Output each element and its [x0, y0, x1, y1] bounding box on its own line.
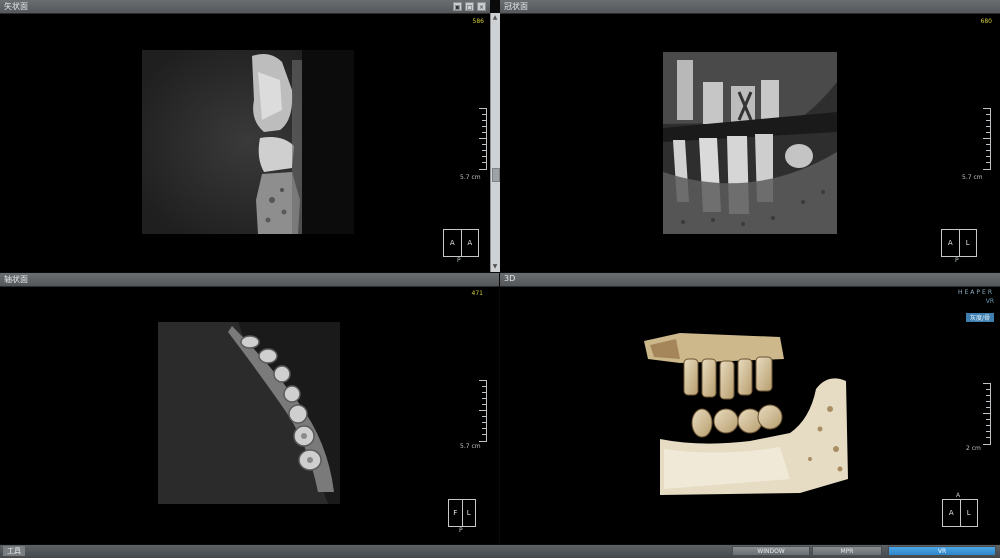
tools-button[interactable]: 工具	[3, 546, 25, 556]
sagittal-scan-image	[142, 50, 354, 234]
axial-scan-image	[158, 322, 340, 504]
orientation-left: A	[449, 239, 455, 247]
scroll-down-icon[interactable]: ▼	[492, 264, 498, 270]
viewport-title: 3D	[504, 274, 516, 283]
orientation-sub: P	[955, 257, 959, 264]
status-button-mpr[interactable]: MPR	[812, 546, 882, 556]
viewport-3d[interactable]: 3D HEAPER VR 灰度/骨 2 cm A A L	[500, 273, 1000, 544]
viewport-coronal[interactable]: 冠状面 680 5.7 cm A L P	[500, 0, 1000, 272]
orientation-left: A	[947, 239, 953, 247]
orientation-left: F	[453, 509, 458, 517]
slice-index: 586	[472, 18, 484, 25]
orientation-cube[interactable]: F L	[448, 499, 476, 527]
scale-ruler	[983, 108, 991, 170]
rendering-preset-button[interactable]: 灰度/骨	[965, 313, 994, 322]
orientation-sub: A	[956, 492, 961, 499]
scroll-up-icon[interactable]: ▲	[492, 15, 498, 21]
rendering-mode: VR	[985, 298, 994, 305]
orientation-sub: P	[457, 257, 461, 264]
scale-label: 5.7 cm	[962, 174, 983, 181]
viewport-sagittal[interactable]: 矢状面 ▣ □ × 586 5.7 cm A A P	[0, 0, 490, 272]
orientation-right: L	[461, 500, 476, 526]
orientation-right: L	[958, 230, 977, 256]
viewport-title: 轴状面	[4, 275, 28, 284]
coronal-scan-image	[663, 52, 837, 234]
status-bar: 工具 WINDOW MPR VR	[0, 545, 1000, 558]
orientation-left: A	[948, 509, 954, 517]
close-icon[interactable]: ×	[477, 2, 486, 11]
orientation-cube[interactable]: A A	[443, 229, 479, 257]
slice-index: 471	[471, 290, 483, 297]
rendering-panel: HEAPER VR 灰度/骨	[958, 289, 994, 324]
viewport-header: 冠状面	[500, 0, 1000, 14]
orientation-right: A	[460, 230, 479, 256]
3d-jaw-render	[640, 329, 850, 497]
status-button-vr[interactable]: VR	[888, 546, 996, 556]
scale-label: 2 cm	[966, 445, 981, 452]
viewport-header: 3D	[500, 273, 1000, 287]
layout-icon[interactable]: ▣	[453, 2, 462, 11]
orientation-right: L	[959, 500, 978, 526]
scale-ruler	[479, 108, 487, 170]
viewport-header: 矢状面 ▣ □ ×	[0, 0, 490, 14]
viewport-axial[interactable]: 轴状面 471 5.7 cm F L P	[0, 273, 499, 544]
scale-label: 5.7 cm	[460, 174, 481, 181]
viewport-header: 轴状面	[0, 273, 499, 287]
viewport-toolbar: ▣ □ ×	[453, 2, 486, 11]
orientation-cube[interactable]: A L	[942, 499, 978, 527]
viewport-title: 矢状面	[4, 2, 28, 11]
maximize-icon[interactable]: □	[465, 2, 474, 11]
scale-ruler	[479, 380, 487, 442]
viewport-scrollbar[interactable]: ▲ ▼	[490, 13, 500, 272]
rendering-title: HEAPER	[958, 289, 994, 296]
scroll-thumb[interactable]	[492, 168, 500, 182]
scale-label: 5.7 cm	[460, 443, 481, 450]
scale-ruler	[983, 383, 991, 445]
orientation-sub: P	[459, 527, 463, 534]
viewport-title: 冠状面	[504, 2, 528, 11]
slice-index: 680	[980, 18, 992, 25]
orientation-cube[interactable]: A L	[941, 229, 977, 257]
status-button-window[interactable]: WINDOW	[732, 546, 810, 556]
